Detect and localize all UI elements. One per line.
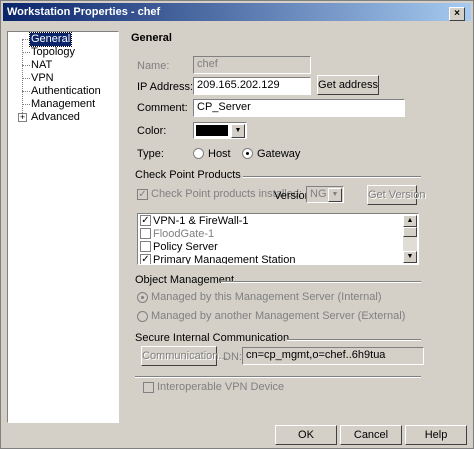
product-checkbox[interactable]	[140, 227, 151, 239]
type-gateway-radio[interactable]	[242, 148, 253, 159]
managed-internal-label: Managed by this Management Server (Inter…	[151, 291, 382, 303]
color-select[interactable]: ▼	[193, 122, 247, 139]
list-item[interactable]: ✓ VPN-1 & FireWall-1	[140, 214, 249, 228]
group-divider	[135, 376, 421, 378]
tree-branch	[22, 52, 30, 53]
scroll-up-icon[interactable]: ▲	[403, 215, 417, 227]
tree-branch	[22, 91, 30, 92]
cp-installed-checkbox[interactable]: ✓	[137, 189, 148, 200]
list-item[interactable]: Policy Server	[140, 240, 218, 254]
object-management-title: Object Management	[135, 274, 235, 286]
ok-button[interactable]: OK	[275, 425, 337, 445]
interoperable-vpn-checkbox[interactable]	[143, 382, 154, 393]
chevron-down-icon[interactable]: ▼	[328, 188, 342, 202]
name-field: chef	[193, 56, 311, 74]
ip-address-label: IP Address:	[137, 81, 194, 93]
category-tree: General Topology NAT VPN Authentication …	[7, 31, 119, 423]
scroll-thumb[interactable]	[403, 227, 417, 237]
dn-field: cn=cp_mgmt,o=chef..6h9tua	[242, 347, 424, 365]
tree-item-topology[interactable]: Topology	[30, 46, 76, 59]
managed-internal-radio[interactable]	[137, 292, 148, 303]
products-list: ✓ VPN-1 & FireWall-1 FloodGate-1 Policy S…	[137, 213, 419, 265]
list-item[interactable]: FloodGate-1	[140, 227, 215, 241]
managed-external-radio[interactable]	[137, 311, 148, 322]
tree-branch	[22, 65, 30, 66]
cancel-button[interactable]: Cancel	[340, 425, 402, 445]
group-divider	[287, 339, 421, 341]
tree-connector	[22, 39, 23, 119]
color-swatch	[196, 125, 228, 136]
list-scrollbar[interactable]: ▲ ▼	[403, 215, 417, 263]
tree-item-general[interactable]: General	[28, 32, 73, 47]
chevron-down-icon[interactable]: ▼	[231, 124, 245, 138]
dn-label: DN:	[223, 351, 242, 363]
product-checkbox[interactable]: ✓	[140, 214, 151, 226]
workstation-properties-window: Workstation Properties - chef × General …	[0, 0, 474, 449]
tree-branch	[22, 78, 30, 79]
help-button[interactable]: Help	[405, 425, 467, 445]
group-divider	[243, 176, 421, 178]
tree-item-nat[interactable]: NAT	[30, 59, 53, 72]
section-heading: General	[131, 32, 172, 44]
interoperable-vpn-label: Interoperable VPN Device	[157, 381, 285, 393]
communication-button[interactable]: Communication...	[141, 346, 228, 366]
name-label: Name:	[137, 60, 170, 72]
type-host-radio[interactable]	[193, 148, 204, 159]
tree-item-vpn[interactable]: VPN	[30, 72, 55, 85]
product-checkbox[interactable]: ✓	[140, 254, 151, 264]
comment-input[interactable]: CP_Server	[193, 99, 405, 117]
group-divider	[221, 281, 421, 283]
get-version-button[interactable]: Get Version	[367, 185, 425, 205]
scroll-down-icon[interactable]: ▼	[403, 251, 417, 263]
version-value: NG	[310, 188, 327, 200]
expand-icon[interactable]: +	[18, 113, 27, 122]
product-checkbox[interactable]	[140, 240, 151, 252]
product-label: Policy Server	[153, 241, 218, 253]
product-label: Primary Management Station	[153, 254, 296, 264]
sic-title: Secure Internal Communication	[135, 332, 290, 344]
ip-address-input[interactable]: 209.165.202.129	[193, 77, 311, 95]
tree-item-authentication[interactable]: Authentication	[30, 85, 102, 98]
type-label: Type:	[137, 148, 164, 160]
version-select[interactable]: NG ▼	[306, 186, 344, 203]
tree-branch	[22, 39, 30, 40]
type-gateway-label: Gateway	[257, 148, 301, 160]
window-title: Workstation Properties - chef	[7, 6, 161, 18]
list-item[interactable]: ✓ Primary Management Station	[140, 254, 295, 264]
color-label: Color:	[137, 125, 167, 137]
title-bar[interactable]: Workstation Properties - chef ×	[3, 3, 471, 21]
tree-branch	[22, 104, 30, 105]
tree-item-advanced[interactable]: Advanced	[30, 111, 81, 124]
get-address-button[interactable]: Get address	[317, 75, 379, 95]
comment-label: Comment:	[137, 102, 188, 114]
tree-item-management[interactable]: Management	[30, 98, 96, 111]
type-host-label: Host	[208, 148, 231, 160]
product-label: VPN-1 & FireWall-1	[153, 215, 249, 227]
managed-external-label: Managed by another Management Server (Ex…	[151, 310, 406, 322]
close-button[interactable]: ×	[449, 7, 465, 21]
check-point-products-title: Check Point Products	[135, 169, 241, 181]
product-label: FloodGate-1	[153, 228, 215, 240]
